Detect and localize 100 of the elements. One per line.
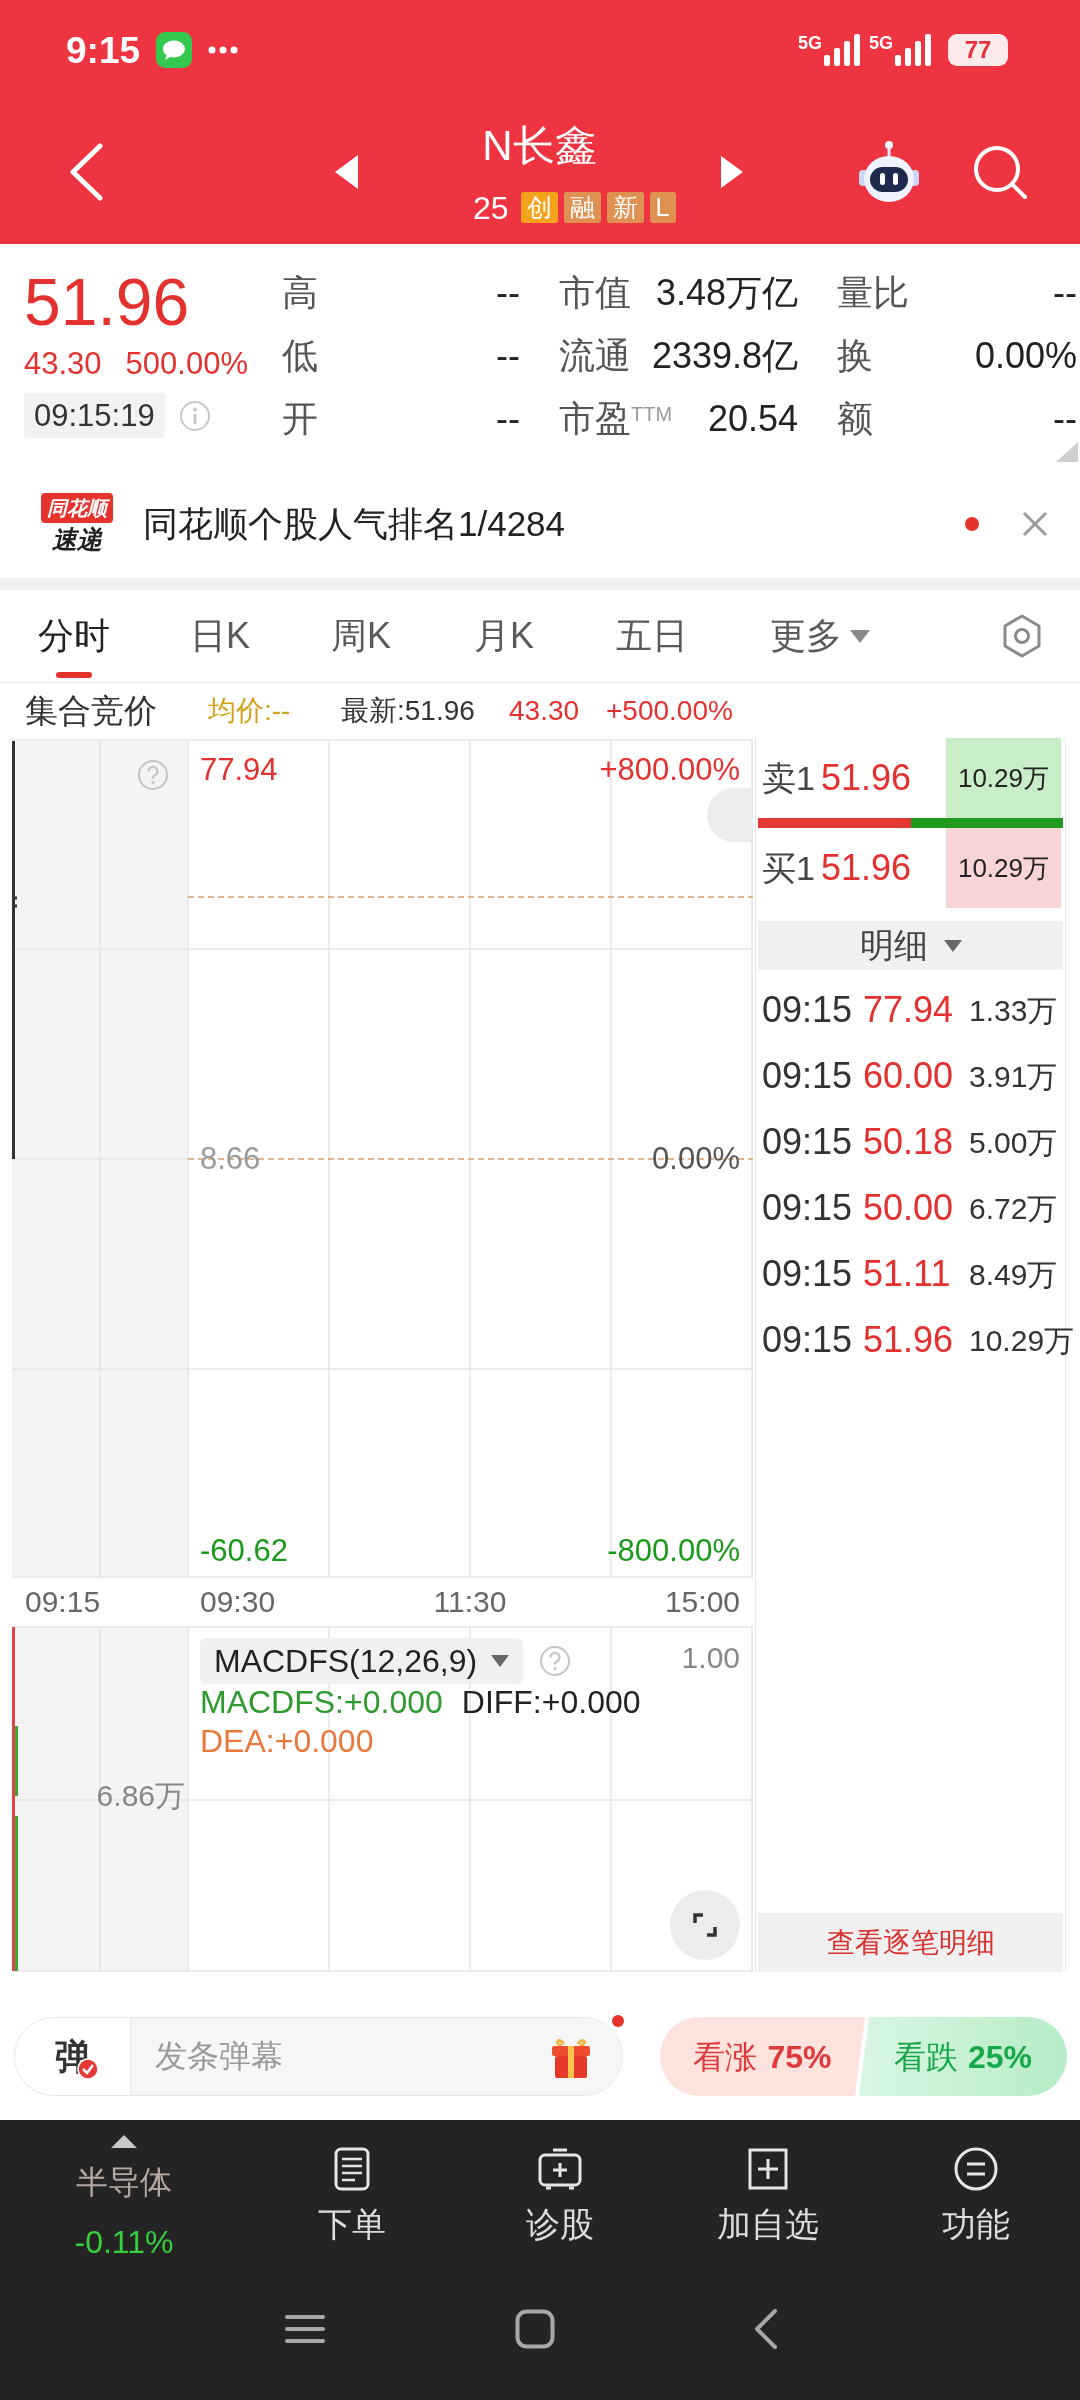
stat-label: 低 — [282, 333, 318, 378]
expand-icon[interactable] — [670, 1890, 740, 1960]
trade-detail-dropdown[interactable]: 明细 — [758, 921, 1063, 970]
stat-label: 额 — [837, 396, 873, 441]
bid-price: 51.96 — [821, 846, 912, 890]
bid-label: 买1 — [762, 847, 815, 889]
nav-label[interactable]: 加自选 — [717, 2204, 819, 2244]
menu-circle-icon[interactable] — [953, 2146, 999, 2192]
average-price: 均价:-- — [208, 693, 291, 728]
signal-bars-icon — [894, 34, 932, 66]
more-notifications-icon — [208, 46, 239, 54]
trade-price: 51.11 — [863, 1252, 951, 1296]
trade-volume: 1.33万 — [969, 993, 1058, 1027]
stat-value: 2339.8亿 — [651, 333, 798, 378]
caret-icon[interactable] — [850, 629, 870, 643]
stat-value: -- — [496, 396, 520, 441]
close-icon[interactable] — [1022, 511, 1048, 537]
message-app-icon — [156, 32, 193, 68]
nav-label[interactable]: 诊股 — [526, 2204, 594, 2244]
logo-tag: 同花顺 — [41, 493, 113, 523]
stat-value: 0.00% — [974, 333, 1077, 378]
nav-label[interactable]: 功能 — [942, 2204, 1010, 2244]
price-change-percent: 500.00% — [125, 346, 248, 382]
trade-time: 09:15 — [762, 1318, 853, 1362]
medical-case-icon[interactable] — [537, 2146, 583, 2192]
triangle-up-icon[interactable] — [111, 2135, 137, 2148]
stock-tag: 创 — [520, 192, 558, 223]
stat-value: -- — [496, 270, 520, 315]
sector-change: -0.11% — [74, 2224, 174, 2260]
trade-time: 09:15 — [762, 1252, 853, 1296]
caret-icon[interactable] — [943, 939, 962, 952]
chart-tab[interactable]: 更多 — [770, 590, 870, 682]
danmaku-input-box[interactable]: 发条弹幕 — [131, 2018, 622, 2095]
news-headline[interactable]: 同花顺个股人气排名1/4284 — [143, 497, 566, 551]
trade-time: 09:15 — [762, 1186, 853, 1230]
home-icon[interactable] — [515, 2309, 555, 2349]
signal-bars-icon — [823, 34, 861, 66]
stock-title: N长鑫 — [482, 120, 597, 171]
volume-axis-label: 6.86万 — [96, 1778, 185, 1814]
stat-value: -- — [1053, 396, 1077, 441]
trade-time: 09:15 — [762, 1120, 853, 1164]
ask-volume: 10.29万 — [946, 738, 1061, 818]
search-icon[interactable] — [972, 144, 1028, 200]
stat-label: 市盈$^{TTM}$ — [559, 396, 673, 441]
trade-volume: 8.49万 — [969, 1257, 1058, 1291]
time-axis-label: 09:30 — [200, 1584, 276, 1620]
stat-label: 开 — [282, 396, 318, 441]
price-change: 43.30 — [24, 346, 102, 382]
stat-value: 20.54 — [707, 396, 798, 441]
indicator-value: DIFF:+0.000 — [461, 1683, 641, 1722]
trade-price: 77.94 — [863, 988, 954, 1032]
stat-value: -- — [496, 333, 520, 378]
nav-label[interactable]: 下单 — [318, 2204, 386, 2244]
danmaku-input[interactable]: 发条弹幕 — [155, 2031, 548, 2082]
bullish-vote-button[interactable]: 看涨 75% — [660, 2017, 865, 2096]
trade-volume: 5.00万 — [969, 1125, 1058, 1159]
chart-tab[interactable]: 周K — [331, 590, 391, 682]
indicator-value: MACDFS:+0.000 — [200, 1683, 443, 1722]
stat-label: 高 — [282, 270, 318, 315]
triangle-right-icon[interactable] — [721, 156, 743, 188]
percent-axis-label: 0.00% — [652, 1141, 740, 1177]
trade-volume: 6.72万 — [969, 1191, 1058, 1225]
trade-time: 09:15 — [762, 1054, 853, 1098]
indicator-selector[interactable]: MACDFS(12,26,9) — [200, 1638, 524, 1684]
stock-tag: 融 — [563, 192, 601, 223]
stat-label: 换 — [837, 333, 873, 378]
ask-label: 卖1 — [762, 757, 815, 799]
stock-code: 25 — [473, 191, 509, 224]
price-change: 43.30 — [509, 693, 580, 728]
trade-price: 60.00 — [863, 1054, 954, 1098]
trade-price: 50.00 — [863, 1186, 954, 1230]
triangle-left-icon[interactable] — [335, 155, 358, 189]
logo-subtitle: 速递 — [52, 524, 102, 555]
stat-value: -- — [1053, 270, 1077, 315]
chart-tab[interactable]: 日K — [190, 590, 250, 682]
view-tick-details-button[interactable]: 查看逐笔明细 — [758, 1913, 1063, 1972]
indicator-value: DEA:+0.000 — [200, 1722, 374, 1761]
robot-assistant-icon[interactable] — [856, 140, 922, 204]
menu-icon[interactable] — [285, 2314, 325, 2344]
time-axis-label: 11:30 — [433, 1584, 507, 1620]
stock-tag: L — [649, 192, 676, 223]
chart-tab[interactable]: 五日 — [616, 590, 688, 682]
chart-tab[interactable]: 分时 — [38, 590, 110, 682]
trade-price: 50.18 — [863, 1120, 954, 1164]
battery-level: 77 — [948, 34, 1008, 66]
stat-label: 市值 — [559, 270, 631, 315]
quote-time: 09:15:19 — [24, 393, 165, 438]
caret-icon[interactable] — [491, 1655, 510, 1667]
chart-tab[interactable]: 月K — [474, 590, 534, 682]
indicator-max-label: 1.00 — [681, 1640, 740, 1676]
price-axis-label: 8.66 — [200, 1141, 261, 1177]
trade-volume: 3.91万 — [969, 1059, 1058, 1093]
network-type-label: 5G — [797, 34, 822, 52]
trade-price: 51.96 — [863, 1318, 954, 1362]
sector-name[interactable]: 半导体 — [76, 2164, 172, 2200]
bid-volume: 10.29万 — [946, 828, 1061, 908]
percent-axis-label: -800.00% — [607, 1533, 740, 1569]
price-change-percent: +500.00% — [606, 693, 733, 728]
percent-axis-label: +800.00% — [599, 752, 740, 788]
back-icon[interactable] — [68, 143, 104, 201]
